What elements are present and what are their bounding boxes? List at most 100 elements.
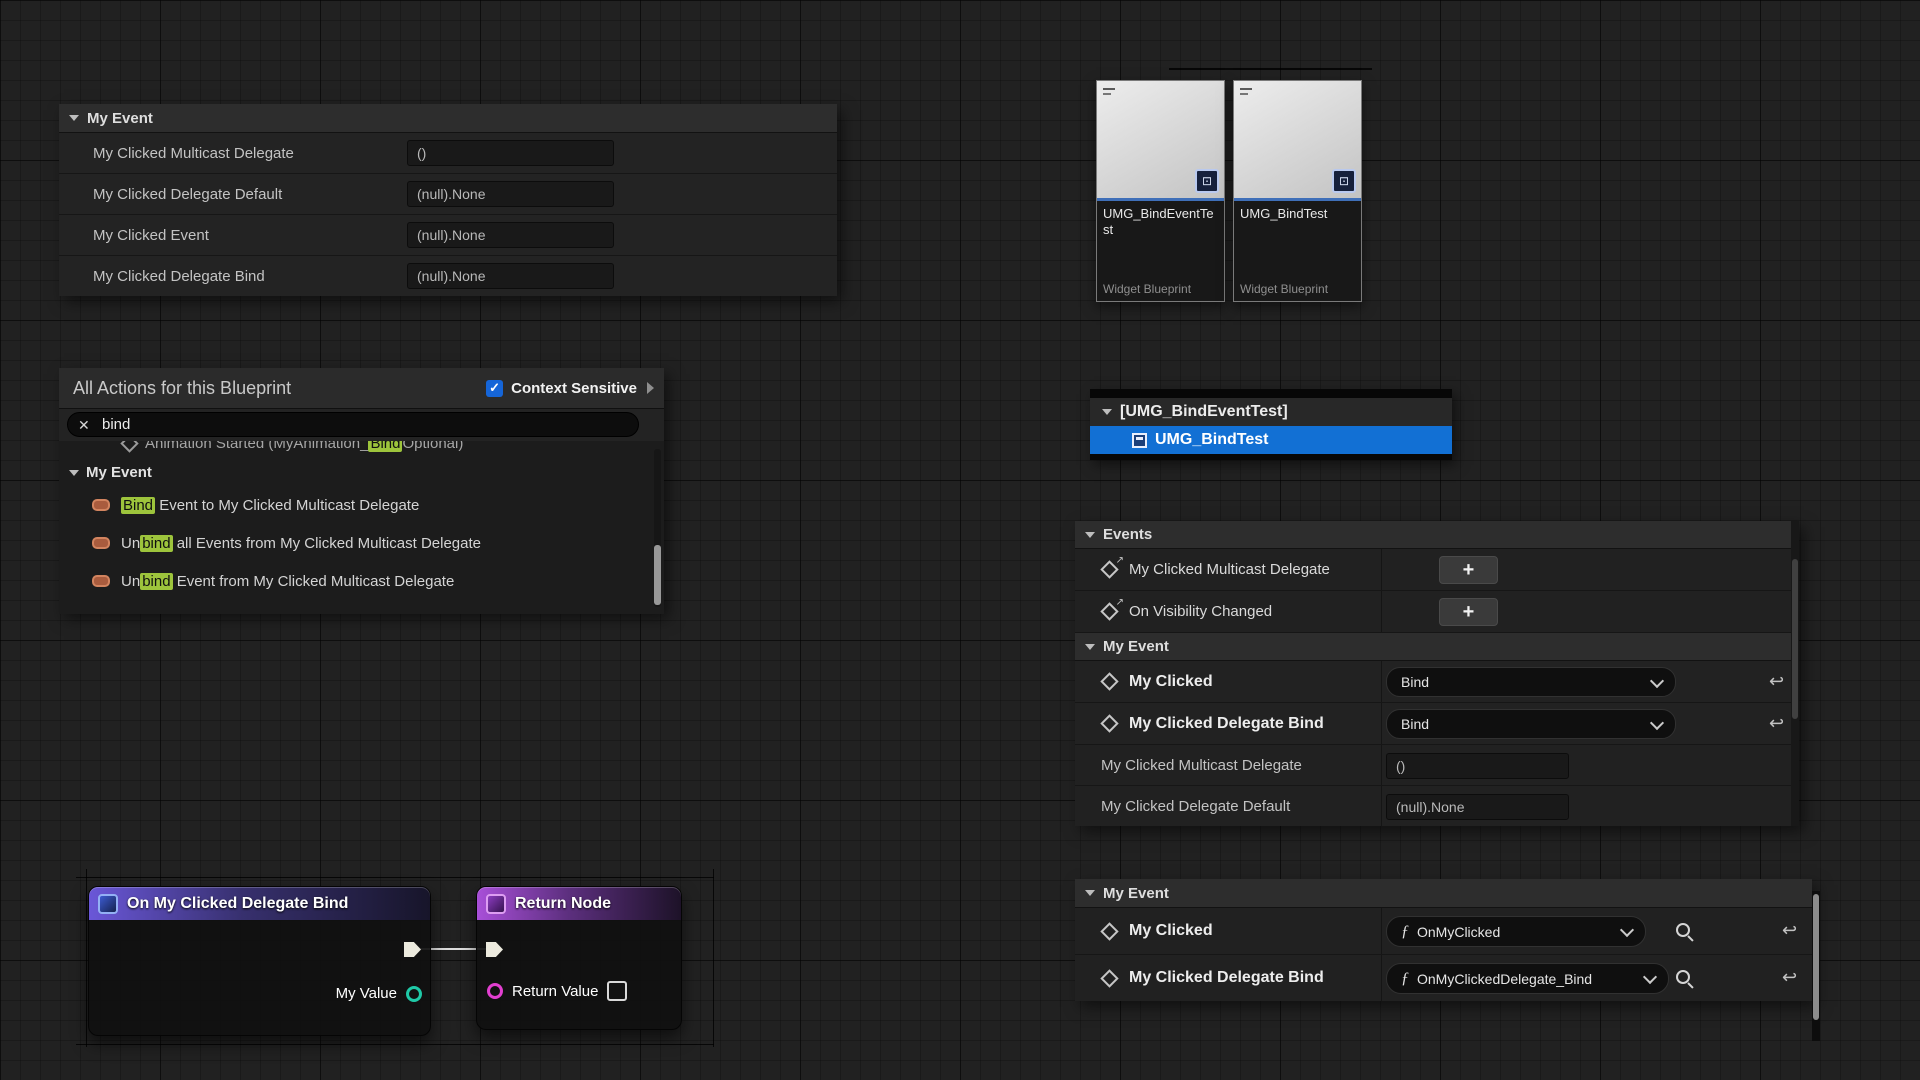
panel-scrollbar[interactable] — [1812, 891, 1820, 1041]
add-event-button[interactable]: + — [1439, 556, 1498, 584]
collapse-arrow-icon[interactable] — [1085, 644, 1095, 650]
node-header[interactable]: On My Clicked Delegate Bind — [89, 887, 430, 920]
delegate-label: My Clicked — [1129, 673, 1213, 691]
property-value-field[interactable]: (null).None — [407, 263, 614, 289]
section-header-my-event[interactable]: My Event — [1075, 633, 1799, 661]
submenu-arrow-icon[interactable] — [647, 382, 654, 394]
reset-to-default-icon[interactable] — [1782, 921, 1797, 939]
collapse-arrow-icon[interactable] — [1085, 890, 1095, 896]
actions-category-my-event[interactable]: My Event — [59, 459, 664, 486]
exec-input-pin[interactable] — [486, 942, 503, 957]
context-sensitive-checkbox[interactable] — [486, 380, 503, 397]
details-scrollbar[interactable] — [1791, 521, 1799, 826]
section-header-events[interactable]: Events — [1075, 521, 1799, 549]
event-dispatcher-icon — [1101, 716, 1117, 732]
action-item[interactable]: Bind Event to My Clicked Multicast Deleg… — [59, 486, 664, 524]
search-input[interactable] — [67, 412, 639, 437]
fragment-edge-line — [86, 869, 87, 1047]
collapse-arrow-icon[interactable] — [69, 470, 79, 476]
asset-name: UMG_BindTest — [1240, 206, 1355, 222]
dropdown-value: Bind — [1401, 674, 1429, 690]
node-on-my-clicked-delegate-bind[interactable]: On My Clicked Delegate Bind My Value — [88, 886, 431, 1036]
property-value-text: (null).None — [417, 268, 485, 284]
hierarchy-selected-row[interactable]: UMG_BindTest — [1090, 426, 1452, 454]
asset-name: UMG_BindEventTest — [1103, 206, 1218, 239]
section-header-my-event[interactable]: My Event — [1075, 879, 1812, 908]
delegate-bind-row: My Clicked Bind — [1075, 661, 1799, 703]
node-title: On My Clicked Delegate Bind — [127, 895, 348, 913]
return-value-input-pin[interactable] — [487, 983, 503, 999]
browse-to-function-icon[interactable] — [1675, 922, 1693, 940]
action-item[interactable]: Unbind all Events from My Clicked Multic… — [59, 524, 664, 562]
scrollbar-thumb[interactable] — [654, 545, 661, 605]
asset-thumbnail: ⊡ — [1234, 81, 1361, 198]
thumbnail-content-mark — [1103, 88, 1115, 90]
collapse-arrow-icon[interactable] — [1102, 409, 1112, 415]
asset-tile[interactable]: ⊡ UMG_BindTest Widget Blueprint — [1233, 80, 1362, 302]
bound-function-row: My Clicked OnMyClicked — [1075, 908, 1812, 955]
browse-to-function-icon[interactable] — [1675, 969, 1693, 987]
asset-type: Widget Blueprint — [1240, 282, 1355, 296]
reset-to-default-icon[interactable] — [1769, 672, 1784, 690]
property-value-text: () — [1396, 758, 1405, 774]
property-value-text: (null).None — [417, 186, 485, 202]
collapse-arrow-icon[interactable] — [1085, 532, 1095, 538]
event-dispatcher-icon — [1101, 674, 1117, 690]
clear-search-icon[interactable] — [78, 418, 90, 432]
blueprint-editor-canvas: My Event My Clicked Multicast Delegate (… — [0, 0, 1920, 1080]
multicast-delegate-icon — [1101, 562, 1117, 578]
thumbnail-content-mark — [1240, 88, 1252, 90]
fragment-edge-line — [76, 877, 714, 878]
property-value-field[interactable]: () — [407, 140, 614, 166]
function-name: OnMyClickedDelegate_Bind — [1417, 971, 1592, 987]
bind-dropdown[interactable]: Bind — [1386, 709, 1676, 739]
collapse-arrow-icon[interactable] — [69, 115, 79, 121]
widget-blueprint-icon — [1132, 433, 1147, 448]
bind-dropdown[interactable]: Bind — [1386, 667, 1676, 697]
property-row: My Clicked Delegate Default (null).None — [59, 174, 837, 215]
function-dropdown[interactable]: OnMyClicked — [1386, 916, 1646, 947]
exec-output-pin[interactable] — [404, 942, 421, 957]
section-title: Events — [1103, 526, 1152, 543]
asset-label-area: UMG_BindEventTest Widget Blueprint — [1097, 201, 1224, 301]
property-value-field[interactable]: () — [1386, 753, 1569, 779]
category-label: My Event — [86, 464, 152, 481]
hierarchy-panel: [UMG_BindEventTest] UMG_BindTest — [1090, 389, 1452, 460]
action-item-text: Bind Event to My Clicked Multicast Deleg… — [121, 497, 419, 514]
value-output-pin[interactable] — [406, 986, 422, 1002]
node-return-node[interactable]: Return Node Return Value — [476, 886, 682, 1030]
hierarchy-root-row[interactable]: [UMG_BindEventTest] — [1090, 398, 1452, 426]
event-dispatcher-icon — [1101, 970, 1117, 986]
add-event-button[interactable]: + — [1439, 598, 1498, 626]
node-title: Return Node — [515, 895, 611, 913]
event-label: My Clicked Multicast Delegate — [1129, 561, 1330, 578]
action-item[interactable]: Unbind Event from My Clicked Multicast D… — [59, 562, 664, 600]
scrollbar-thumb[interactable] — [1792, 559, 1798, 719]
chevron-down-icon — [1643, 970, 1657, 984]
pin-label: My Value — [336, 985, 397, 1002]
return-node-icon — [486, 894, 506, 914]
property-value-field[interactable]: (null).None — [1386, 794, 1569, 820]
function-dropdown[interactable]: OnMyClickedDelegate_Bind — [1386, 963, 1669, 994]
actions-scrollbar[interactable] — [654, 449, 661, 607]
property-row: My Clicked Multicast Delegate () — [59, 133, 837, 174]
property-row: My Clicked Event (null).None — [59, 215, 837, 256]
asset-tile[interactable]: ⊡ UMG_BindEventTest Widget Blueprint — [1096, 80, 1225, 302]
chevron-down-icon — [1620, 923, 1634, 937]
reset-to-default-icon[interactable] — [1782, 968, 1797, 986]
property-label: My Clicked Multicast Delegate — [1101, 757, 1302, 774]
widget-blueprint-icon: ⊡ — [1332, 169, 1356, 193]
bool-default-checkbox[interactable] — [607, 981, 627, 1001]
node-header[interactable]: Return Node — [477, 887, 681, 920]
reset-to-default-icon[interactable] — [1769, 714, 1784, 732]
property-value-field[interactable]: (null).None — [407, 181, 614, 207]
bound-function-row: My Clicked Delegate Bind OnMyClickedDele… — [1075, 955, 1812, 1001]
dropdown-value: Bind — [1401, 716, 1429, 732]
property-value-field[interactable]: (null).None — [407, 222, 614, 248]
bound-event-icon — [98, 894, 118, 914]
property-row: My Clicked Delegate Default (null).None — [1075, 786, 1799, 826]
scrollbar-thumb[interactable] — [1813, 894, 1819, 1020]
action-item-clipped[interactable]: Animation Started (MyAnimation_BindOptio… — [59, 441, 664, 459]
property-value-text: (null).None — [417, 227, 485, 243]
section-header-my-event[interactable]: My Event — [59, 104, 837, 133]
